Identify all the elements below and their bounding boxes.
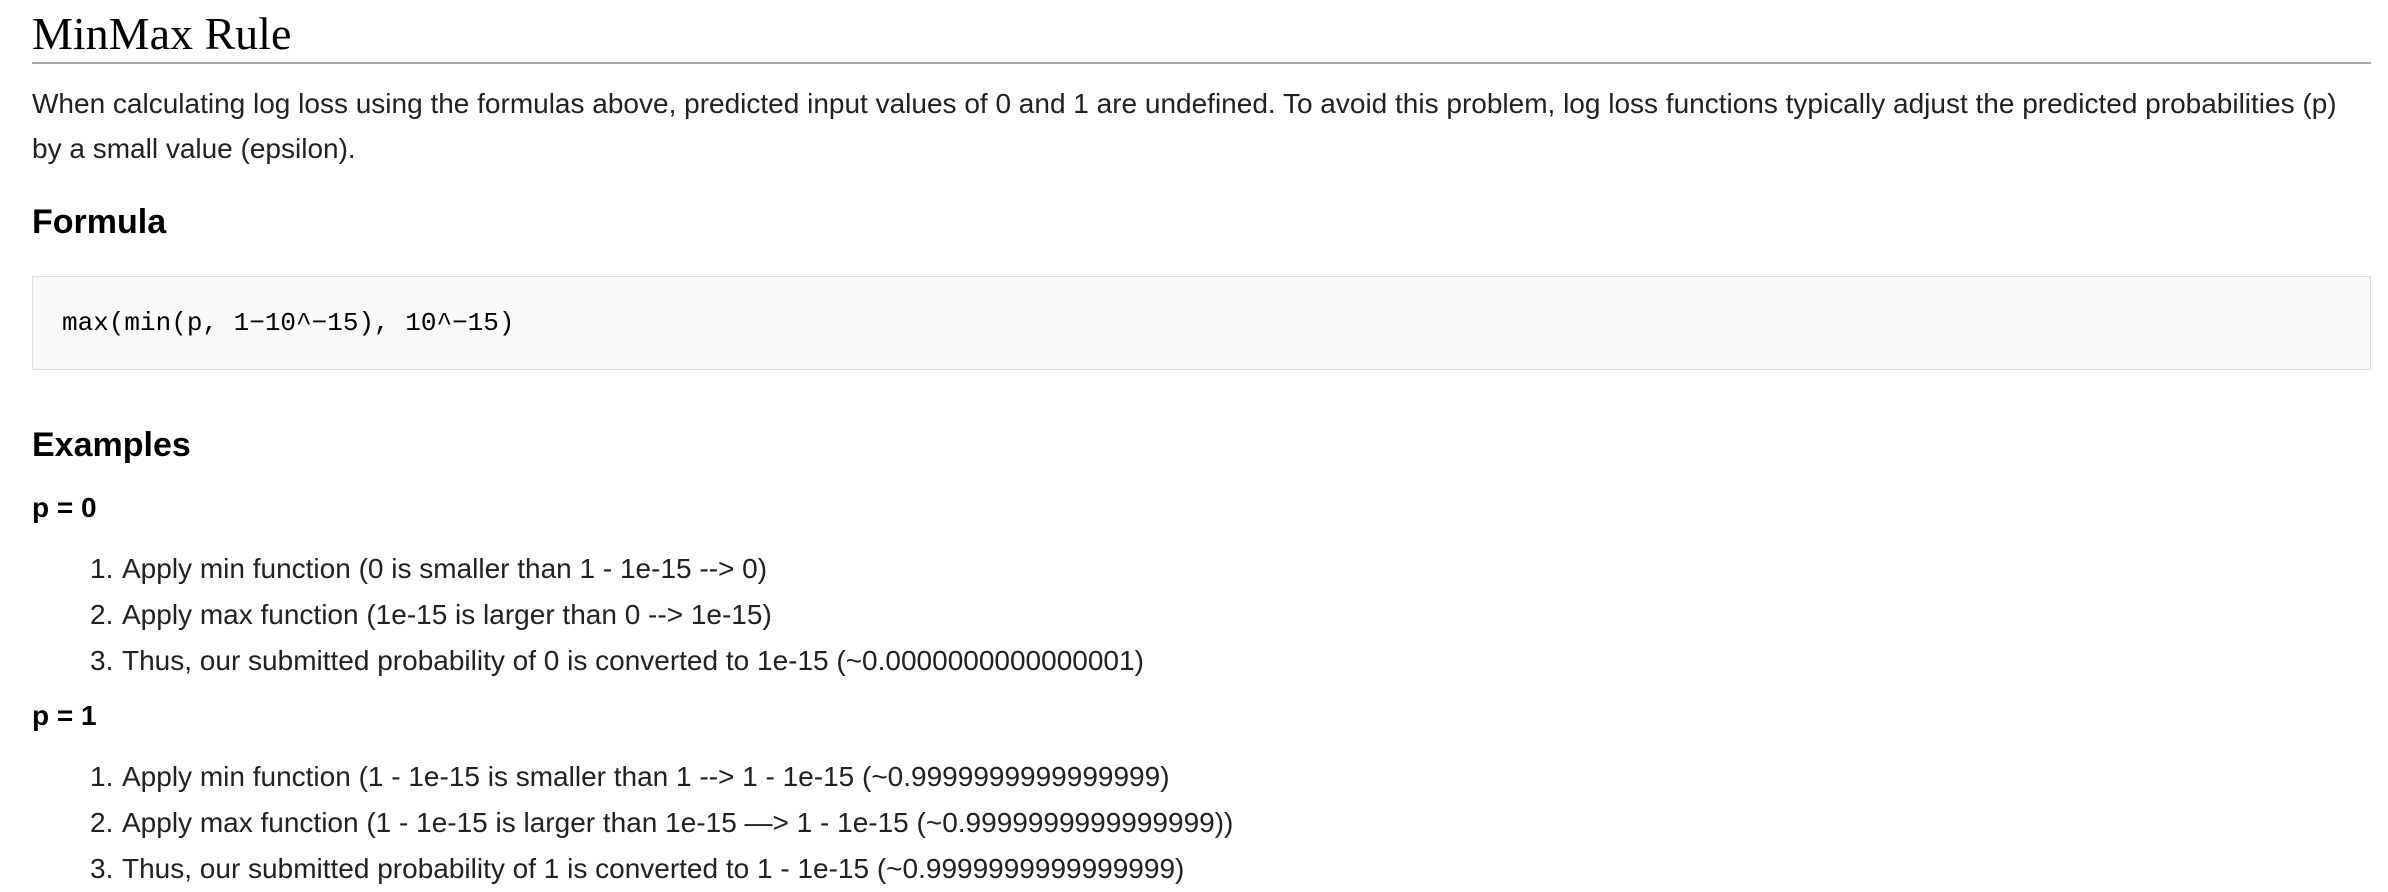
example-step: 1. Apply min function (1 - 1e-15 is smal…	[90, 754, 1233, 800]
example-step: 3. Thus, our submitted probability of 0 …	[90, 638, 1144, 684]
formula-heading: Formula	[32, 203, 167, 241]
example-step: 2. Apply max function (1e-15 is larger t…	[90, 592, 1144, 638]
step-text: Apply min function (0 is smaller than 1 …	[122, 553, 768, 584]
step-text: Apply min function (1 - 1e-15 is smaller…	[122, 761, 1170, 792]
step-number: 2.	[90, 599, 114, 630]
step-text: Thus, our submitted probability of 1 is …	[122, 853, 1185, 884]
example-step: 2. Apply max function (1 - 1e-15 is larg…	[90, 800, 1233, 846]
page-title: MinMax Rule	[32, 8, 292, 59]
example-case-label: p = 1	[32, 700, 97, 731]
example-step: 3. Thus, our submitted probability of 1 …	[90, 846, 1233, 892]
intro-paragraph: When calculating log loss using the form…	[32, 88, 2337, 164]
step-number: 2.	[90, 807, 114, 838]
step-number: 1.	[90, 761, 114, 792]
example-steps-list: 1. Apply min function (1 - 1e-15 is smal…	[90, 754, 1233, 892]
example-case-label: p = 0	[32, 492, 97, 523]
title-divider	[32, 62, 2371, 64]
step-number: 3.	[90, 853, 114, 884]
step-number: 1.	[90, 553, 114, 584]
step-text: Apply max function (1e-15 is larger than…	[122, 599, 772, 630]
step-number: 3.	[90, 645, 114, 676]
formula-code-block: max(min(p, 1−10^−15), 10^−15)	[32, 276, 2371, 370]
step-text: Apply max function (1 - 1e-15 is larger …	[122, 807, 1234, 838]
examples-heading: Examples	[32, 426, 191, 464]
document-page: MinMax Rule When calculating log loss us…	[0, 0, 2388, 888]
step-text: Thus, our submitted probability of 0 is …	[122, 645, 1144, 676]
example-step: 1. Apply min function (0 is smaller than…	[90, 546, 1144, 592]
example-steps-list: 1. Apply min function (0 is smaller than…	[90, 546, 1144, 684]
